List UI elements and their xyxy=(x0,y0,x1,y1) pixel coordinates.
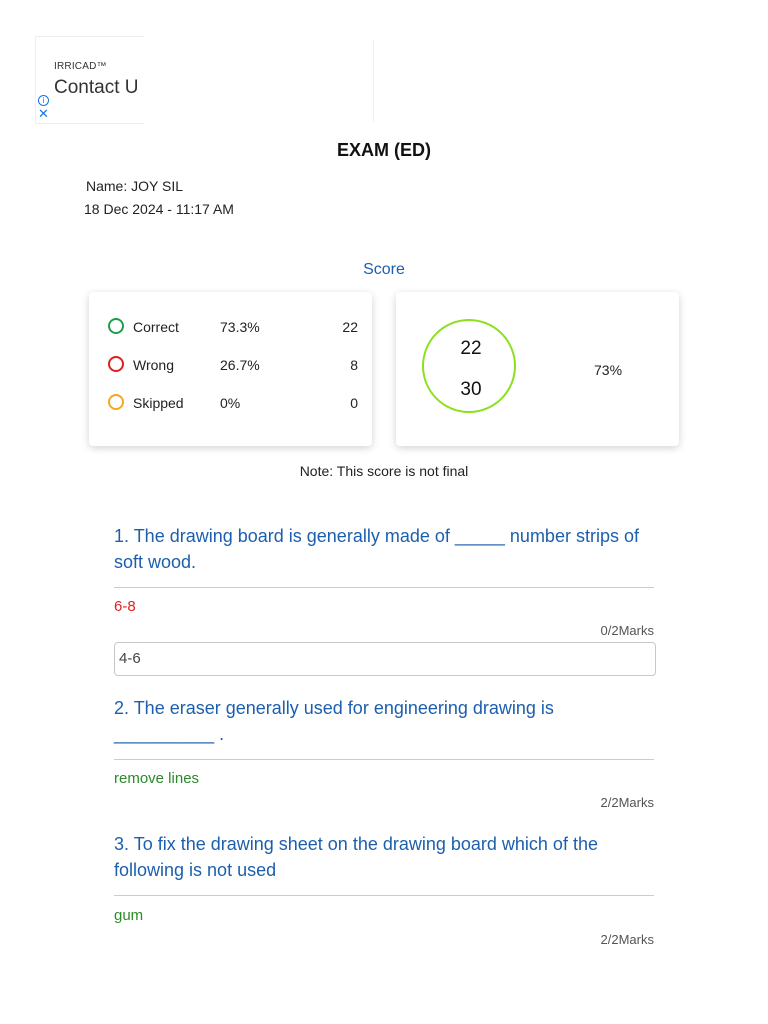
stat-row-skipped: Skipped 0% 0 xyxy=(108,393,358,415)
given-answer: 6-8 xyxy=(114,598,136,615)
stat-label: Correct xyxy=(133,319,179,335)
stat-label: Wrong xyxy=(133,357,174,373)
score-summary-card: 22 30 73% xyxy=(396,292,679,446)
given-answer: remove lines xyxy=(114,770,200,787)
student-name: Name: JOY SIL xyxy=(86,178,184,194)
stat-label: Skipped xyxy=(133,395,184,411)
given-answer: gum xyxy=(114,907,144,924)
wrong-circle-icon xyxy=(108,356,124,372)
stat-count: 8 xyxy=(350,357,358,373)
question-text: 3. To fix the drawing sheet on the drawi… xyxy=(114,834,598,880)
correct-answer-box: 4-6 xyxy=(114,642,656,676)
question-1: 1. The drawing board is generally made o… xyxy=(114,523,654,588)
question-divider xyxy=(114,587,654,588)
stat-count: 22 xyxy=(342,319,358,335)
ad-contact-link[interactable]: Contact U xyxy=(54,77,138,99)
question-text: 2. The eraser generally used for enginee… xyxy=(114,698,554,744)
question-divider xyxy=(114,759,654,760)
ad-divider xyxy=(373,40,374,122)
score-heading: Score xyxy=(363,261,405,278)
stat-count: 0 xyxy=(350,395,358,411)
question-marks: 0/2Marks xyxy=(600,623,654,638)
stat-percent: 0% xyxy=(220,395,241,411)
exam-datetime: 18 Dec 2024 - 11:17 AM xyxy=(84,201,234,217)
skipped-circle-icon xyxy=(108,394,124,410)
stat-row-wrong: Wrong 26.7% 8 xyxy=(108,355,358,377)
score-circle: 22 30 xyxy=(422,319,516,413)
question-marks: 2/2Marks xyxy=(600,795,654,810)
question-marks: 2/2Marks xyxy=(600,932,654,947)
question-divider xyxy=(114,895,654,896)
score-percent: 73% xyxy=(594,362,623,378)
exam-title: EXAM (ED) xyxy=(337,140,431,160)
ad-banner[interactable]: IRRICAD™ Contact U i ✕ xyxy=(35,36,144,124)
question-3: 3. To fix the drawing sheet on the drawi… xyxy=(114,831,654,896)
info-icon[interactable]: i xyxy=(38,95,49,106)
score-obtained: 22 xyxy=(460,338,482,359)
score-total: 30 xyxy=(460,379,482,400)
ad-brand: IRRICAD™ xyxy=(54,61,107,72)
close-icon[interactable]: ✕ xyxy=(38,107,49,120)
stat-percent: 26.7% xyxy=(220,357,260,373)
stat-row-correct: Correct 73.3% 22 xyxy=(108,317,358,339)
question-2: 2. The eraser generally used for enginee… xyxy=(114,695,654,760)
score-note: Note: This score is not final xyxy=(299,463,469,479)
correct-circle-icon xyxy=(108,318,124,334)
question-text: 1. The drawing board is generally made o… xyxy=(114,526,639,572)
score-breakdown-card: Correct 73.3% 22 Wrong 26.7% 8 Skipped 0… xyxy=(89,292,372,446)
stat-percent: 73.3% xyxy=(220,319,260,335)
